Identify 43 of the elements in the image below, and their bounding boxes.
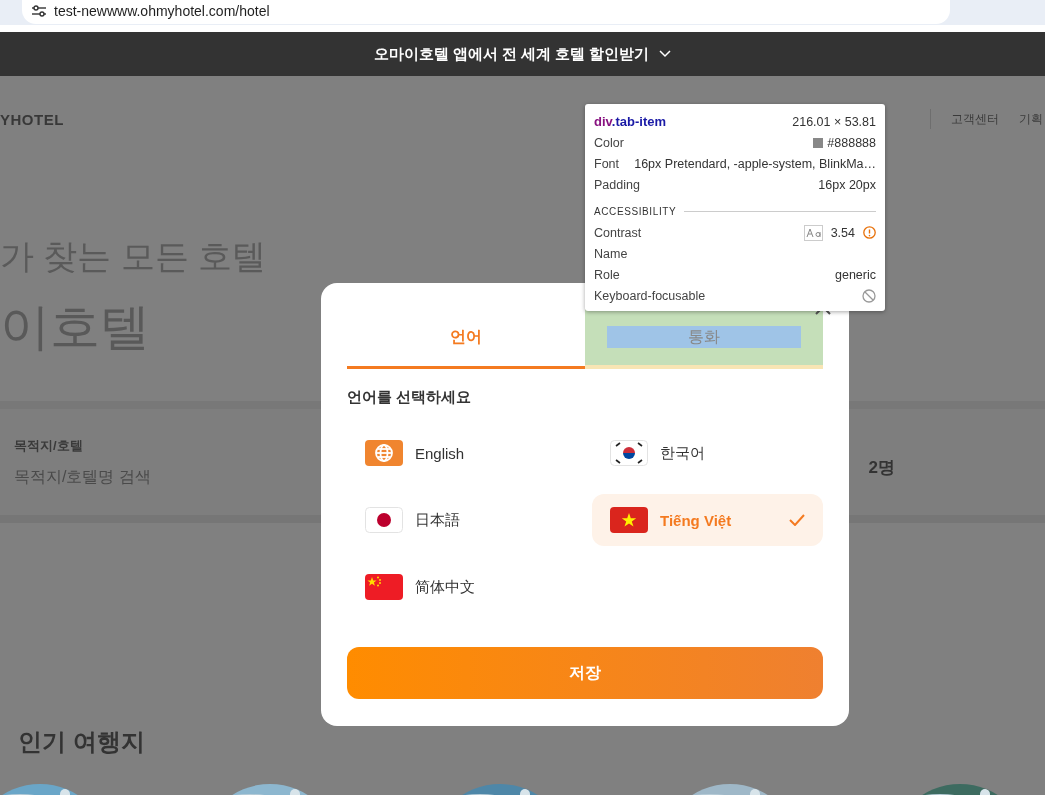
globe-icon (365, 440, 403, 466)
value-text: 3.54 (830, 225, 855, 240)
property-label: Role (594, 267, 620, 282)
site-settings-icon[interactable] (32, 4, 46, 17)
app-promo-text[interactable]: 오마이호텔 앱에서 전 세계 호텔 할인받기 (373, 44, 650, 64)
property-label: Name (594, 246, 628, 261)
color-swatch (813, 137, 824, 148)
guests-text[interactable]: 2명 (868, 455, 895, 479)
section-title: 인기 여행지 (18, 727, 145, 757)
flag-icon (610, 440, 648, 466)
language-option[interactable]: 한국어 (592, 427, 823, 479)
field-label: 목적지/호텔 (14, 436, 84, 455)
address-field[interactable]: test-newwww.ohmyhotel.com/hotel (54, 2, 270, 19)
tab[interactable]: 통화 (585, 309, 823, 369)
blocked-icon (862, 288, 876, 303)
language-option[interactable]: 日本語 (347, 494, 585, 546)
property-label: Font (594, 156, 619, 171)
nav-link[interactable]: 기획 (1019, 110, 1043, 128)
language-option[interactable]: Tiếng Việt (592, 494, 823, 546)
property-label: Color (594, 135, 624, 150)
save-button[interactable]: 저장 (347, 647, 823, 699)
value-text: 16px 20px (818, 177, 876, 192)
value-text: generic (835, 267, 876, 282)
language-option[interactable]: 简体中文 (347, 561, 585, 613)
property-label: Padding (594, 177, 640, 192)
flag-icon (365, 507, 403, 533)
value-text: #888888 (827, 135, 876, 150)
logo[interactable]: YHOTEL (0, 110, 64, 128)
element-selector: div.tab-item (594, 114, 666, 129)
property-label: Keyboard-focusable (594, 288, 706, 303)
section-heading: ACCESSIBILITY (594, 206, 677, 217)
size-text: 216.01 × 53.81 (792, 114, 876, 129)
flag-icon (610, 507, 648, 533)
nav-link[interactable]: 고객센터 (951, 110, 999, 128)
language-option[interactable]: English (347, 427, 585, 479)
prompt-text: 언어를 선택하세요 (347, 388, 473, 407)
check-icon (789, 514, 805, 526)
chevron-down-icon[interactable] (659, 50, 672, 58)
flag-icon (365, 574, 403, 600)
value-text: 16px Pretendard, -apple-system, BlinkMa… (634, 156, 876, 171)
warning-icon (863, 226, 876, 239)
contrast-sample-icon (803, 224, 823, 241)
property-label: Contrast (594, 225, 642, 240)
